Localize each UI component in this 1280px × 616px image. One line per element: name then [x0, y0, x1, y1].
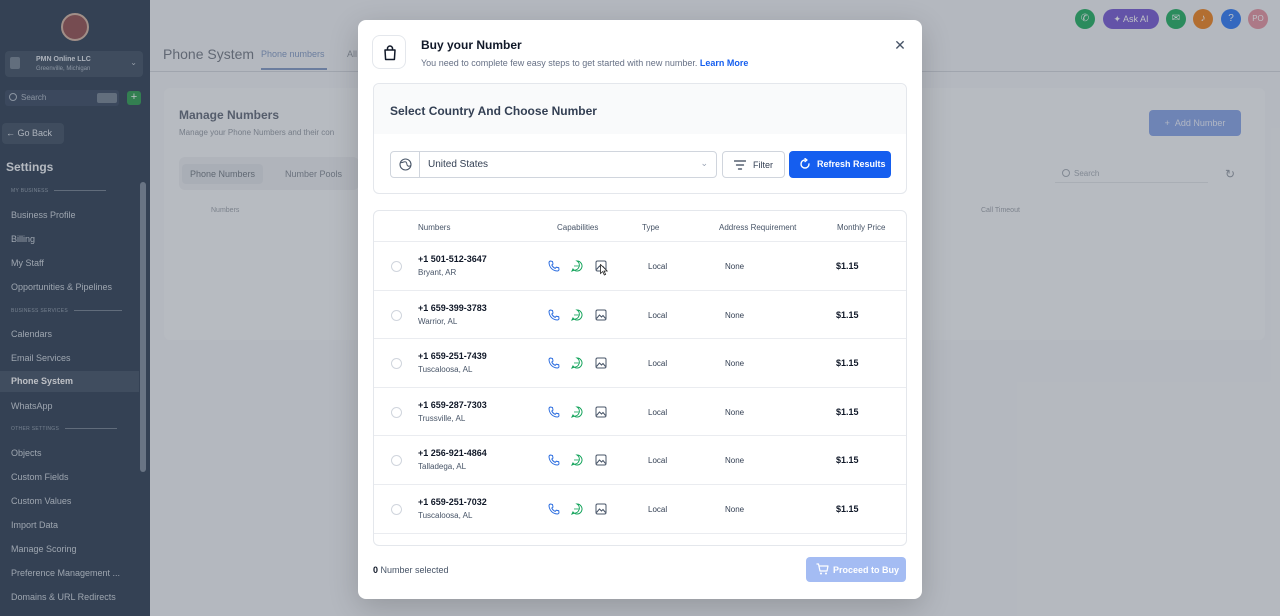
number-location: Bryant, AR — [418, 268, 457, 277]
phone-number: +1 659-399-3783 — [418, 302, 487, 313]
col-monthly-price: Monthly Price — [837, 223, 886, 232]
row-radio[interactable] — [391, 406, 402, 418]
table-row[interactable]: +1 659-399-3783 Warrior, AL Local None $… — [374, 291, 906, 340]
mms-image-icon — [595, 503, 607, 515]
address-requirement: None — [725, 359, 745, 369]
learn-more-link[interactable]: Learn More — [700, 58, 749, 68]
cart-icon — [816, 563, 829, 575]
monthly-price: $1.15 — [836, 261, 859, 271]
table-row[interactable]: +1 659-287-7303 Trussville, AL Local Non… — [374, 388, 906, 437]
col-address-requirement: Address Requirement — [719, 223, 797, 232]
country-select[interactable]: United States ⌄ — [390, 151, 717, 178]
mms-image-icon — [595, 406, 607, 418]
number-type: Local — [648, 456, 668, 466]
row-radio[interactable] — [391, 455, 402, 467]
proceed-to-buy-button[interactable]: Proceed to Buy — [806, 557, 906, 582]
mms-image-icon — [595, 454, 607, 466]
number-type: Local — [648, 505, 668, 514]
number-location: Trussville, AL — [418, 413, 466, 423]
selected-count-label: Number selected — [380, 565, 449, 575]
number-location: Tuscaloosa, AL — [418, 365, 473, 375]
address-requirement: None — [725, 456, 745, 466]
sms-icon — [571, 357, 583, 370]
sms-icon — [571, 454, 583, 467]
number-type: Local — [648, 407, 668, 417]
modal-subtitle: You need to complete few easy steps to g… — [421, 58, 749, 68]
col-type: Type — [642, 223, 660, 232]
address-requirement: None — [725, 310, 745, 320]
monthly-price: $1.15 — [836, 358, 859, 369]
number-location: Tuscaloosa, AL — [418, 511, 473, 520]
number-type: Local — [648, 359, 668, 369]
filter-label: Filter — [753, 160, 773, 170]
number-location: Warrior, AL — [418, 316, 458, 326]
refresh-results-label: Refresh Results — [817, 159, 886, 169]
table-row[interactable]: +1 659-251-7439 Tuscaloosa, AL Local Non… — [374, 339, 906, 388]
phone-icon — [548, 406, 560, 418]
phone-number: +1 659-251-7439 — [418, 351, 487, 362]
sms-icon — [571, 503, 583, 515]
row-radio[interactable] — [391, 358, 402, 370]
address-requirement: None — [725, 505, 745, 514]
phone-icon — [548, 503, 560, 515]
phone-icon — [548, 309, 560, 321]
selected-count: 0 Number selected — [373, 565, 449, 575]
table-row[interactable]: +1 501-512-3647 Bryant, AR Local None $1… — [374, 242, 906, 291]
refresh-icon — [800, 158, 810, 169]
phone-number: +1 256-921-4864 — [418, 448, 487, 459]
close-icon[interactable]: ✕ — [892, 37, 908, 53]
modal-title: Buy your Number — [421, 38, 522, 52]
sms-icon — [571, 309, 583, 321]
address-requirement: None — [725, 407, 745, 417]
select-country-card: Select Country And Choose Number United … — [373, 83, 907, 194]
filter-button[interactable]: Filter — [722, 151, 785, 178]
shopping-bag-icon — [372, 35, 406, 69]
monthly-price: $1.15 — [836, 455, 859, 466]
monthly-price: $1.15 — [836, 406, 859, 417]
row-radio[interactable] — [391, 504, 402, 515]
mms-image-icon — [595, 357, 607, 369]
mouse-pointer-icon — [600, 264, 608, 276]
select-card-header: Select Country And Choose Number — [374, 84, 906, 134]
col-capabilities: Capabilities — [557, 223, 599, 232]
globe-icon — [391, 152, 420, 177]
address-requirement: None — [725, 262, 745, 271]
sms-icon — [571, 260, 583, 272]
number-location: Talladega, AL — [418, 462, 467, 472]
row-radio[interactable] — [391, 261, 402, 272]
phone-icon — [548, 357, 560, 369]
mms-image-icon — [595, 309, 607, 321]
col-numbers: Numbers — [418, 223, 451, 232]
number-type: Local — [648, 262, 668, 271]
phone-icon — [548, 260, 560, 272]
buy-number-modal: Buy your Number You need to complete few… — [358, 20, 922, 599]
proceed-to-buy-label: Proceed to Buy — [833, 565, 900, 575]
country-value: United States — [428, 159, 489, 170]
filter-icon — [734, 160, 746, 170]
chevron-down-icon: ⌄ — [700, 158, 708, 168]
monthly-price: $1.15 — [836, 504, 859, 514]
select-country-title: Select Country And Choose Number — [390, 104, 597, 118]
phone-number: +1 501-512-3647 — [418, 254, 487, 264]
selected-count-value: 0 — [373, 565, 379, 575]
sms-icon — [571, 406, 583, 418]
monthly-price: $1.15 — [836, 309, 859, 320]
table-row[interactable]: +1 659-251-7032 Tuscaloosa, AL Local Non… — [374, 485, 906, 534]
table-row[interactable]: +1 256-921-4864 Talladega, AL Local None… — [374, 436, 906, 485]
phone-number: +1 659-251-7032 — [418, 497, 487, 507]
phone-number: +1 659-287-7303 — [418, 399, 487, 410]
row-radio[interactable] — [391, 309, 402, 321]
phone-icon — [548, 454, 560, 466]
number-type: Local — [648, 310, 668, 320]
refresh-results-button[interactable]: Refresh Results — [789, 151, 891, 178]
numbers-table: Numbers Capabilities Type Address Requir… — [373, 210, 907, 546]
